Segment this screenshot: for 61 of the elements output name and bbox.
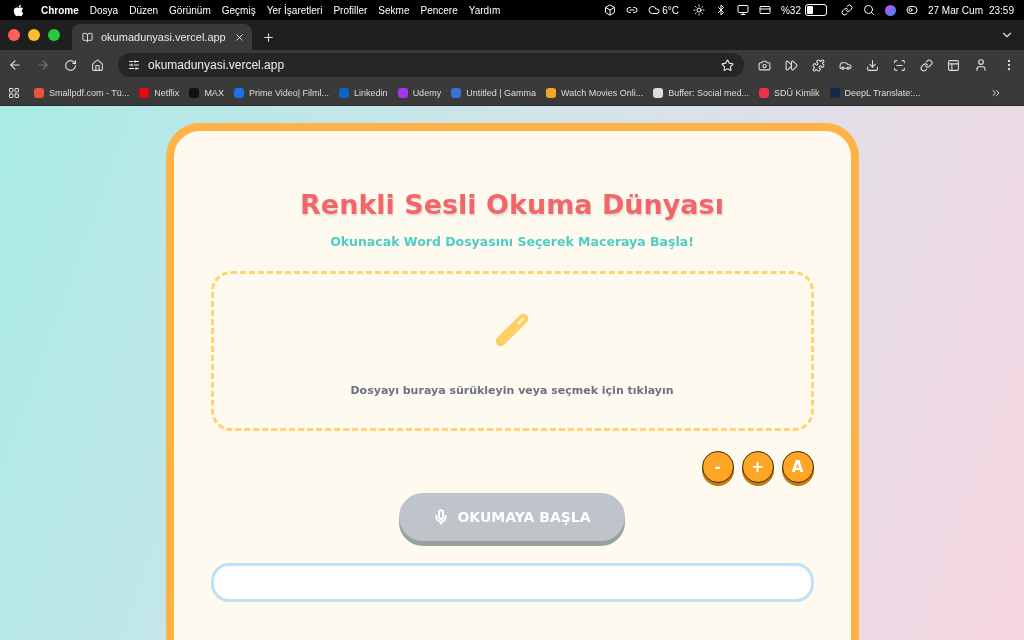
file-drop-zone[interactable]: Dosyayı buraya sürükleyin veya seçmek için tıklayın xyxy=(210,271,814,431)
cube-icon[interactable] xyxy=(604,4,617,16)
link-icon[interactable] xyxy=(840,4,853,16)
bookmark[interactable]: MAX xyxy=(189,87,224,98)
menu-item[interactable]: Yardım xyxy=(468,4,501,16)
new-tab-icon[interactable] xyxy=(262,30,275,44)
bookmark[interactable]: Watch Movies Onli... xyxy=(546,87,644,98)
fast-forward-icon[interactable] xyxy=(785,58,798,72)
weather-temperature[interactable]: 6°C xyxy=(662,4,679,16)
menu-item[interactable]: Profiller xyxy=(333,4,368,16)
avatar-icon[interactable] xyxy=(974,58,988,72)
home-icon[interactable] xyxy=(91,58,104,72)
scan-icon[interactable] xyxy=(893,58,906,72)
app-menu[interactable]: Chrome xyxy=(41,4,79,16)
search-icon[interactable] xyxy=(862,4,875,16)
link-icon[interactable] xyxy=(920,58,933,72)
cloud-icon[interactable] xyxy=(648,4,661,16)
bookmark[interactable]: SDÜ Kimlik xyxy=(759,87,820,98)
monitor-icon[interactable] xyxy=(736,4,749,16)
page-subtitle: Okunacak Word Dosyasını Seçerek Maceraya Başla! xyxy=(330,234,694,249)
apple-logo-icon[interactable] xyxy=(12,3,25,17)
menu-item[interactable]: Yer İşaretleri xyxy=(266,4,323,16)
bookmark[interactable]: Udemy xyxy=(397,87,442,98)
book-icon xyxy=(82,31,93,43)
bookmark[interactable]: Buffer: Social med... xyxy=(653,87,750,98)
page-title: Renkli Sesli Okuma Dünyası xyxy=(300,189,724,220)
menu-item[interactable]: Sekme xyxy=(378,4,410,16)
menu-item[interactable]: Görünüm xyxy=(169,4,211,16)
close-window-button[interactable] xyxy=(8,29,20,41)
menu-item[interactable]: Düzen xyxy=(129,4,159,16)
menu-item[interactable]: Pencere xyxy=(420,4,458,16)
camera-icon[interactable] xyxy=(758,58,771,72)
minimize-window-button[interactable] xyxy=(28,29,40,41)
puzzle-icon[interactable] xyxy=(812,58,825,72)
bookmark[interactable]: Smallpdf.com - Tü... xyxy=(34,87,130,98)
close-icon[interactable] xyxy=(233,31,245,43)
card-icon[interactable] xyxy=(758,4,771,16)
menu-item[interactable]: Dosya xyxy=(89,4,119,16)
download-icon[interactable] xyxy=(866,58,879,72)
orb-icon[interactable] xyxy=(884,4,896,16)
menu-bar-time[interactable]: 23:59 xyxy=(988,4,1014,16)
bookmark[interactable]: Netflix xyxy=(139,87,180,98)
browser-tab[interactable]: okumadunyasi.vercel.app xyxy=(72,24,252,50)
apps-grid-icon[interactable] xyxy=(8,86,20,99)
menu-item[interactable]: Geçmiş xyxy=(221,4,256,16)
back-icon[interactable] xyxy=(8,58,22,72)
text-input-field[interactable] xyxy=(210,563,814,602)
microphone-icon xyxy=(433,509,450,525)
bookmark[interactable]: Linkedin xyxy=(339,87,388,98)
battery-icon[interactable] xyxy=(804,4,827,16)
side-panel-icon[interactable] xyxy=(947,58,960,72)
menu-bar-date[interactable]: 27 Mar Cum xyxy=(927,4,983,16)
battery-percentage: %32 xyxy=(780,4,801,16)
maximize-window-button[interactable] xyxy=(48,29,60,41)
toggle-icon[interactable] xyxy=(905,4,918,16)
bookmark[interactable]: Prime Video| Filml... xyxy=(233,87,330,98)
reload-icon[interactable] xyxy=(64,58,77,72)
address-bar[interactable]: okumadunyasi.vercel.app xyxy=(118,53,744,77)
brightness-icon[interactable] xyxy=(692,4,705,16)
bookmark[interactable]: Untitled | Gamma xyxy=(451,87,536,98)
bookmark[interactable]: DeepL Translate:... xyxy=(829,87,921,98)
